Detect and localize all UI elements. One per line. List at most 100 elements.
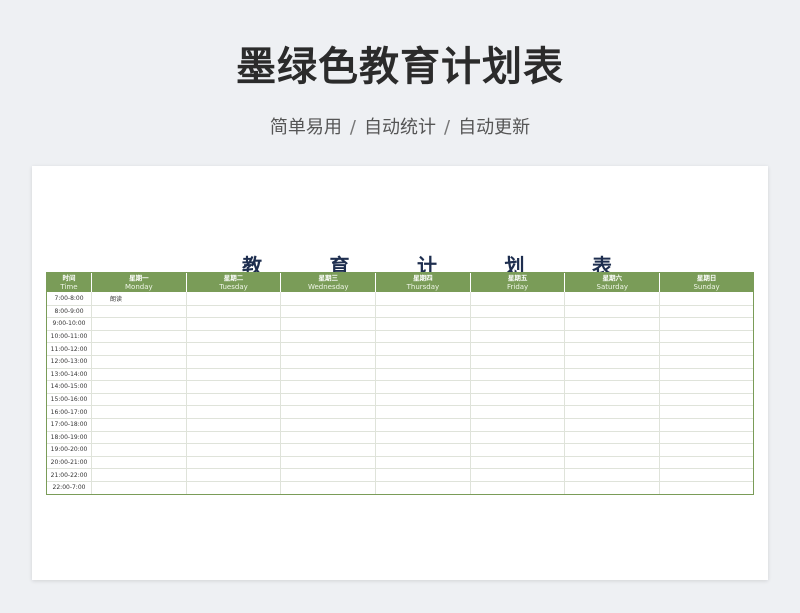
time-cell[interactable]: 14:00-15:00: [47, 381, 92, 393]
schedule-cell[interactable]: [660, 394, 753, 406]
schedule-cell[interactable]: [660, 457, 753, 469]
schedule-cell[interactable]: [376, 469, 471, 481]
schedule-cell[interactable]: [376, 368, 471, 381]
schedule-cell[interactable]: [565, 393, 661, 406]
schedule-cell[interactable]: [376, 381, 471, 393]
schedule-cell[interactable]: [281, 318, 377, 330]
schedule-cell[interactable]: [565, 381, 661, 393]
schedule-cell[interactable]: [281, 431, 377, 444]
schedule-cell[interactable]: [281, 343, 377, 355]
schedule-cell[interactable]: [187, 406, 282, 418]
schedule-cell[interactable]: [92, 381, 187, 393]
schedule-cell[interactable]: [281, 406, 377, 418]
schedule-cell[interactable]: [281, 381, 377, 393]
schedule-cell[interactable]: [660, 318, 753, 330]
time-cell[interactable]: 20:00-21:00: [47, 456, 92, 469]
schedule-cell[interactable]: [471, 381, 566, 393]
schedule-cell[interactable]: [187, 368, 282, 381]
time-cell[interactable]: 17:00-18:00: [47, 418, 92, 431]
schedule-cell[interactable]: [92, 431, 187, 444]
time-cell[interactable]: 15:00-16:00: [47, 393, 92, 406]
schedule-cell[interactable]: 朗读: [92, 292, 187, 305]
schedule-cell[interactable]: [187, 456, 282, 469]
schedule-cell[interactable]: [376, 355, 471, 368]
schedule-cell[interactable]: [565, 456, 661, 469]
time-cell[interactable]: 11:00-12:00: [47, 343, 92, 355]
schedule-cell[interactable]: [376, 318, 471, 330]
schedule-cell[interactable]: [471, 481, 566, 494]
schedule-cell[interactable]: [187, 292, 282, 305]
schedule-cell[interactable]: [187, 469, 282, 481]
schedule-cell[interactable]: [660, 482, 753, 494]
time-cell[interactable]: 18:00-19:00: [47, 431, 92, 444]
schedule-cell[interactable]: [281, 393, 377, 406]
schedule-cell[interactable]: [660, 369, 753, 381]
schedule-cell[interactable]: [376, 343, 471, 355]
schedule-cell[interactable]: [565, 292, 661, 305]
schedule-cell[interactable]: [471, 330, 566, 343]
schedule-cell[interactable]: [376, 418, 471, 431]
time-cell[interactable]: 19:00-20:00: [47, 444, 92, 456]
time-cell[interactable]: 10:00-11:00: [47, 330, 92, 343]
schedule-cell[interactable]: [281, 330, 377, 343]
schedule-cell[interactable]: [660, 432, 753, 444]
schedule-cell[interactable]: [471, 355, 566, 368]
schedule-cell[interactable]: [92, 355, 187, 368]
schedule-cell[interactable]: [92, 418, 187, 431]
schedule-cell[interactable]: [660, 343, 753, 355]
schedule-cell[interactable]: [565, 481, 661, 494]
schedule-cell[interactable]: [376, 305, 471, 318]
time-cell[interactable]: 16:00-17:00: [47, 406, 92, 418]
schedule-cell[interactable]: [187, 305, 282, 318]
schedule-cell[interactable]: [660, 469, 753, 481]
schedule-cell[interactable]: [660, 292, 753, 305]
schedule-cell[interactable]: [471, 343, 566, 355]
schedule-cell[interactable]: [187, 318, 282, 330]
schedule-cell[interactable]: [92, 343, 187, 355]
schedule-cell[interactable]: [187, 481, 282, 494]
schedule-cell[interactable]: [376, 444, 471, 456]
schedule-cell[interactable]: [187, 418, 282, 431]
time-cell[interactable]: 13:00-14:00: [47, 368, 92, 381]
schedule-cell[interactable]: [92, 481, 187, 494]
schedule-cell[interactable]: [660, 406, 753, 418]
schedule-cell[interactable]: [660, 356, 753, 368]
schedule-cell[interactable]: [281, 444, 377, 456]
schedule-cell[interactable]: [281, 368, 377, 381]
schedule-cell[interactable]: [92, 393, 187, 406]
schedule-cell[interactable]: [660, 306, 753, 318]
schedule-cell[interactable]: [660, 444, 753, 456]
schedule-cell[interactable]: [92, 305, 187, 318]
schedule-cell[interactable]: [565, 469, 661, 481]
schedule-cell[interactable]: [660, 381, 753, 393]
schedule-cell[interactable]: [376, 456, 471, 469]
schedule-cell[interactable]: [565, 368, 661, 381]
schedule-cell[interactable]: [187, 381, 282, 393]
schedule-cell[interactable]: [376, 393, 471, 406]
time-cell[interactable]: 21:00-22:00: [47, 469, 92, 481]
schedule-cell[interactable]: [471, 469, 566, 481]
schedule-cell[interactable]: [565, 431, 661, 444]
time-cell[interactable]: 9:00-10:00: [47, 318, 92, 330]
schedule-cell[interactable]: [281, 305, 377, 318]
schedule-cell[interactable]: [92, 469, 187, 481]
schedule-cell[interactable]: [565, 444, 661, 456]
time-cell[interactable]: 22:00-7:00: [47, 481, 92, 494]
time-cell[interactable]: 12:00-13:00: [47, 355, 92, 368]
schedule-cell[interactable]: [471, 292, 566, 305]
schedule-cell[interactable]: [187, 355, 282, 368]
schedule-cell[interactable]: [92, 330, 187, 343]
schedule-cell[interactable]: [281, 481, 377, 494]
schedule-cell[interactable]: [376, 431, 471, 444]
schedule-cell[interactable]: [92, 368, 187, 381]
schedule-cell[interactable]: [187, 330, 282, 343]
schedule-cell[interactable]: [565, 343, 661, 355]
schedule-cell[interactable]: [187, 444, 282, 456]
schedule-cell[interactable]: [471, 406, 566, 418]
schedule-cell[interactable]: [471, 444, 566, 456]
schedule-cell[interactable]: [187, 431, 282, 444]
schedule-cell[interactable]: [281, 292, 377, 305]
schedule-cell[interactable]: [565, 355, 661, 368]
time-cell[interactable]: 7:00-8:00: [47, 292, 92, 305]
schedule-cell[interactable]: [565, 406, 661, 418]
